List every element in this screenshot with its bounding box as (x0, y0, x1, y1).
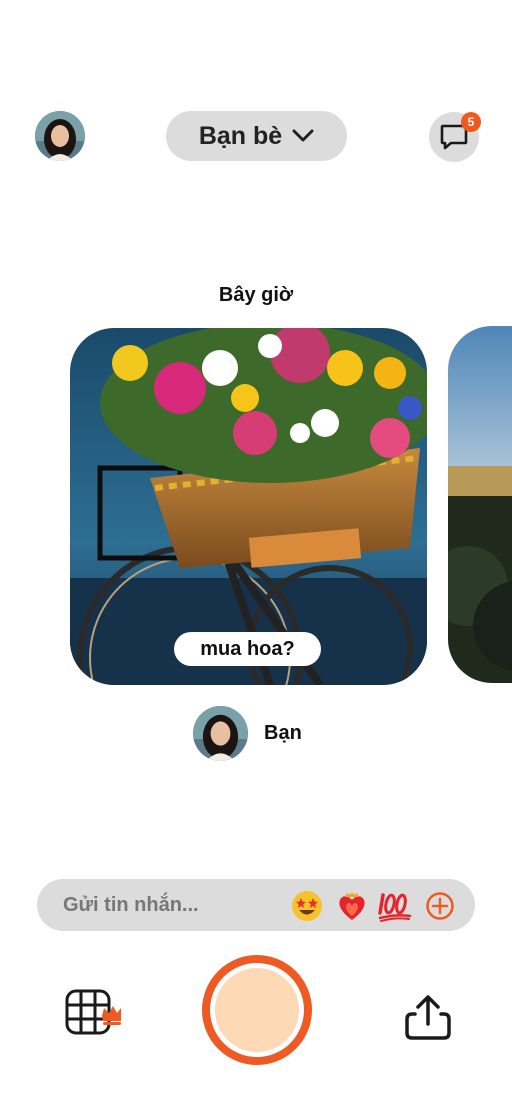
share-icon (405, 995, 451, 1040)
message-composer[interactable]: Gửi tin nhắn... (37, 879, 475, 931)
next-photo-image (448, 326, 512, 683)
history-grid-button[interactable] (64, 988, 122, 1036)
message-input[interactable]: Gửi tin nhắn... (63, 879, 199, 931)
star-struck-emoji-icon (292, 891, 322, 921)
next-photo-card[interactable] (448, 326, 512, 683)
camera-shutter-button[interactable] (202, 955, 312, 1065)
hundred-points-emoji-icon (378, 893, 412, 922)
hundred-points-emoji[interactable] (377, 888, 413, 924)
unread-badge: 5 (461, 112, 481, 132)
chevron-down-icon (292, 129, 314, 142)
avatar-image (35, 111, 85, 161)
author-avatar-image (193, 706, 248, 761)
app-screen: Bạn bè 5 Bây giờ mua hoa? Bạn Gửi tin nh… (0, 0, 512, 1110)
heart-on-fire-emoji-icon (339, 892, 365, 920)
add-reaction-icon[interactable] (422, 888, 458, 924)
heart-on-fire-emoji[interactable] (334, 888, 370, 924)
share-button[interactable] (402, 992, 454, 1044)
profile-avatar[interactable] (35, 111, 85, 161)
star-struck-emoji[interactable] (289, 888, 325, 924)
post-time: Bây giờ (218, 284, 294, 306)
grid-icon (65, 989, 121, 1035)
author-name: Bạn (264, 722, 302, 744)
audience-selector[interactable]: Bạn bè (166, 111, 347, 161)
post-author[interactable]: Bạn (193, 706, 302, 761)
shutter-core (215, 968, 299, 1052)
photo-caption: mua hoa? (174, 632, 321, 666)
audience-label: Bạn bè (198, 121, 283, 150)
author-avatar (193, 706, 248, 761)
crown-icon (102, 1006, 121, 1025)
plus-circle-icon (426, 892, 454, 920)
